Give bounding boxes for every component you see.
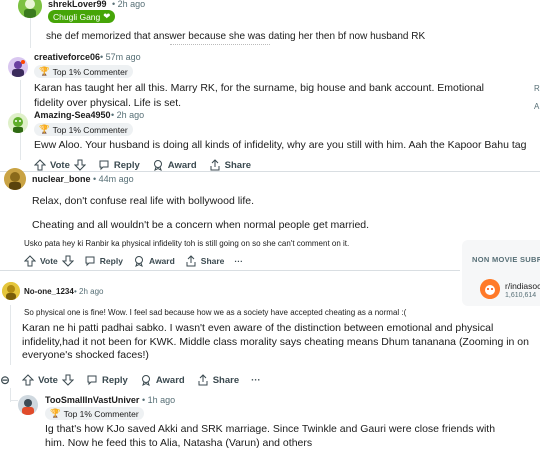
more-options-button[interactable]: ··· [251,375,261,386]
reply-icon [85,256,95,267]
timestamp: • 44m ago [93,174,134,184]
avatar[interactable] [2,282,20,300]
reply-label: Reply [99,256,123,266]
thread-line [10,305,11,365]
comment-body: Usko pata hey ki Ranbir ka physical infi… [24,239,350,248]
user-flair: 🏆 Top 1% Commenter [34,123,133,136]
timestamp: • 1h ago [142,395,176,405]
award-button[interactable]: Award [152,159,197,171]
username[interactable]: nuclear_bone [32,174,91,184]
comment-actions: Vote Reply Award Share ··· [24,255,243,267]
downvote-icon [61,374,74,386]
timestamp: • 2h ago [112,0,146,9]
comment-body: Eww Aloo. Your husband is doing all kind… [34,139,527,151]
award-icon [141,375,150,386]
vote-control[interactable]: Vote [34,159,86,171]
share-label: Share [224,159,252,171]
reply-label: Reply [113,159,140,171]
timestamp: • 2h ago [74,287,104,296]
divider [170,44,270,50]
share-label: Share [200,256,225,266]
username[interactable]: Amazing-Sea4950 [34,110,111,120]
timestamp: • 2h ago [111,110,145,120]
comment-body: she def memorized that answer because sh… [46,31,426,42]
comment-body: Cheating and all wouldn't be a concern w… [32,219,370,231]
more-options-button[interactable]: ··· [234,256,243,266]
trophy-icon: 🏆 [39,66,50,76]
collapse-icon: ⊖ [0,373,11,387]
downvote-icon [61,255,74,267]
flair-label: Top 1% Commenter [63,408,139,419]
share-button[interactable]: Share [197,374,239,386]
vote-label: Vote [40,256,58,266]
flair-label: Chugli Gang [53,11,101,22]
community-avatar[interactable] [480,279,500,299]
heart-icon: ❤ [103,11,111,21]
user-flair: 🏆 Top 1% Commenter [45,407,144,420]
sidebar-fragment: A [534,102,540,111]
reply-button[interactable]: Reply [84,255,123,267]
sidebar-heading: NON MOVIE SUBRE [472,255,540,264]
avatar[interactable] [8,113,28,133]
username[interactable]: creativeforce06 [34,52,100,62]
divider [0,270,460,271]
reply-button[interactable]: Reply [86,374,128,386]
username[interactable]: No-one_1234 [24,287,74,296]
share-icon [186,255,196,267]
upvote-icon [24,255,36,267]
comment-body: Karan ne hi patti padhai sabko. I wasn't… [22,322,529,361]
vote-control[interactable]: Vote [24,255,74,267]
award-icon [153,160,162,171]
sidebar-fragment: R [534,84,540,93]
comment-body: So physical one is fine! Wow. I feel sad… [24,308,407,317]
avatar[interactable] [18,0,42,18]
community-name[interactable]: r/indiasoc [505,281,540,291]
reply-button[interactable]: Reply [98,159,140,171]
avatar[interactable] [18,395,38,415]
username[interactable]: TooSmallInVastUniver [45,395,139,405]
share-button[interactable]: Share [209,159,251,171]
reply-label: Reply [101,374,128,386]
timestamp: • 57m ago [100,52,141,62]
flair-label: Top 1% Commenter [52,66,128,77]
comment-body: Relax, don't confuse real life with boll… [32,195,255,207]
trophy-icon: 🏆 [50,408,61,418]
comment-actions: ⊖ Vote Reply Award Share ··· [0,373,261,387]
reply-icon [87,375,97,386]
share-button[interactable]: Share [185,255,225,267]
more-label: ··· [234,256,243,266]
community-members: 1,610,614 [505,292,537,299]
comment-body: Karan has taught her all this. Marry RK,… [34,82,484,109]
reply-icon [99,160,109,171]
username[interactable]: shrekLover99 [48,0,107,9]
award-icon [134,256,143,267]
downvote-icon [73,159,86,171]
vote-control[interactable]: Vote [22,374,74,386]
avatar[interactable] [4,168,26,190]
thread-line [30,18,31,48]
comment-actions: Vote Reply Award Share [34,159,251,171]
upvote-icon [34,159,46,171]
vote-label: Vote [38,374,58,386]
upvote-icon [22,374,35,386]
comment-body: Ig that's how KJo saved Akki and SRK mar… [45,423,496,449]
trophy-icon: 🏆 [39,124,50,134]
award-label: Award [155,374,185,386]
more-label: ··· [251,374,261,386]
award-label: Award [148,256,175,266]
flair-label: Top 1% Commenter [52,124,128,135]
share-label: Share [212,374,240,386]
share-icon [198,374,208,386]
award-button[interactable]: Award [140,374,185,386]
award-button[interactable]: Award [133,255,175,267]
thread-connector [10,400,18,401]
divider [0,171,540,172]
vote-label: Vote [50,159,70,171]
award-label: Award [167,159,197,171]
user-flair: Chugli Gang ❤ [48,10,116,23]
avatar[interactable] [8,57,28,77]
user-flair: 🏆 Top 1% Commenter [34,65,133,78]
collapse-button[interactable]: ⊖ [0,373,10,387]
share-icon [210,159,220,171]
